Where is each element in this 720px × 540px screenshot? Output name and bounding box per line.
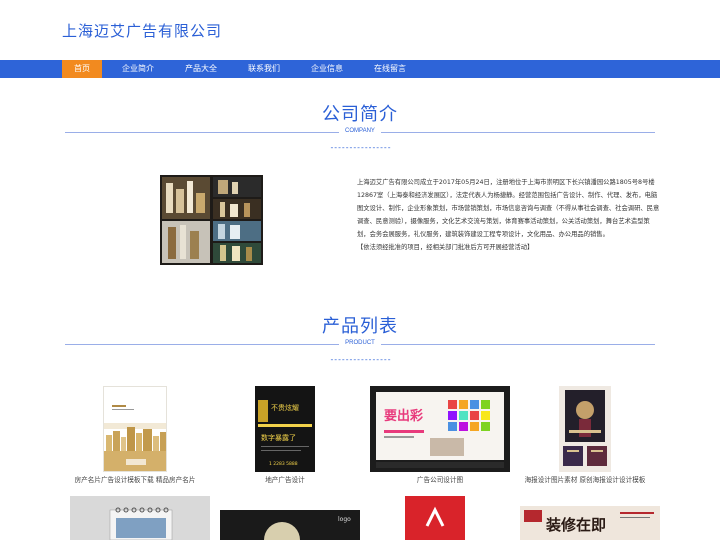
nav-item-contact[interactable]: 联系我们 <box>243 60 285 78</box>
renovation-ad-image: 装修在即 <box>520 506 660 540</box>
cosmetics-collage-image <box>160 175 263 265</box>
product-card[interactable]: 不贵炫耀 数字暴露了 1 2283 5888 地产广告设计 <box>215 386 355 486</box>
product-card[interactable]: 装修在即 <box>520 506 660 540</box>
poster-phone: 1 2283 5888 <box>269 461 298 467</box>
product-card[interactable] <box>70 496 210 540</box>
product-card[interactable]: 海报设计图片素材 原创海报设计设计模板 <box>515 386 655 486</box>
real-estate-poster-image: 不贵炫耀 数字暴露了 1 2283 5888 <box>255 386 315 472</box>
desk-calendar-image <box>70 496 210 540</box>
poster-headline: 不贵炫耀 <box>271 403 299 412</box>
product-card[interactable]: logo <box>220 510 360 540</box>
business-card-image <box>104 387 166 471</box>
about-description: 上海迈艾广告有限公司成立于2017年05月24日，注册地位于上海市崇明区下长兴镇… <box>357 179 660 238</box>
about-dash: ---------------- <box>329 143 391 152</box>
nav-item-message[interactable]: 在线留言 <box>369 60 411 78</box>
product-card[interactable]: 房产名片广告设计模板下载 精品房产名片 <box>65 386 205 486</box>
site-title[interactable]: 上海迈艾广告有限公司 <box>62 20 222 41</box>
product-caption[interactable]: 地产广告设计 <box>215 474 355 484</box>
product-thumbnail[interactable] <box>103 386 167 472</box>
product-thumbnail[interactable] <box>70 496 210 540</box>
red-poster-image <box>405 496 465 540</box>
product-card[interactable]: 要出彩 广告公司设计图 <box>365 386 515 486</box>
poster-subheadline: 数字暴露了 <box>261 433 296 442</box>
about-text-block: 上海迈艾广告有限公司成立于2017年05月24日，注册地位于上海市崇明区下长兴镇… <box>357 176 660 254</box>
about-note: 【依法须经批准的项目，经相关部门批准后方可开展经营活动】 <box>357 244 534 251</box>
poster-design-image <box>559 386 611 472</box>
product-thumbnail[interactable]: 装修在即 <box>520 506 660 540</box>
nav-item-about[interactable]: 企业简介 <box>117 60 159 78</box>
nav-item-home[interactable]: 首页 <box>62 60 102 78</box>
ad-agency-design-image: 要出彩 <box>370 386 510 472</box>
products-dash: ---------------- <box>329 355 391 364</box>
design-headline: 要出彩 <box>384 408 423 424</box>
product-caption[interactable]: 海报设计图片素材 原创海报设计设计模板 <box>515 474 655 484</box>
product-thumbnail[interactable]: 不贵炫耀 数字暴露了 1 2283 5888 <box>255 386 315 472</box>
products-subtitle: PRODUCT <box>339 340 381 346</box>
main-nav: 首页 企业简介 产品大全 联系我们 企业信息 在线留言 <box>0 60 720 78</box>
product-thumbnail[interactable] <box>405 496 465 540</box>
poster-logo-text: logo <box>338 516 351 523</box>
nav-item-products[interactable]: 产品大全 <box>180 60 222 78</box>
product-card[interactable] <box>405 496 465 540</box>
nav-item-company-info[interactable]: 企业信息 <box>306 60 348 78</box>
product-thumbnail[interactable] <box>559 386 611 472</box>
moon-poster-image: logo <box>220 510 360 540</box>
product-caption[interactable]: 广告公司设计图 <box>365 474 515 484</box>
product-thumbnail[interactable]: logo <box>220 510 360 540</box>
products-title: 产品列表 <box>322 316 398 337</box>
product-caption[interactable]: 房产名片广告设计模板下载 精品房产名片 <box>65 474 205 484</box>
site-header: 上海迈艾广告有限公司 <box>0 0 720 60</box>
product-thumbnail[interactable]: 要出彩 <box>370 386 510 472</box>
about-title: 公司简介 <box>322 104 398 125</box>
about-image <box>160 175 263 265</box>
ad-headline: 装修在即 <box>545 516 606 534</box>
about-subtitle: COMPANY <box>339 128 381 134</box>
